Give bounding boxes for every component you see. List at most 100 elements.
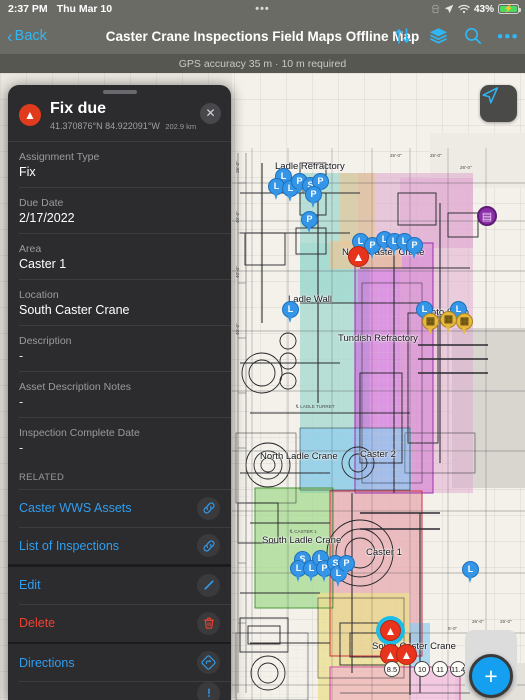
related-label: List of Inspections <box>19 538 120 553</box>
nav-actions: ••• <box>392 25 519 47</box>
rotation-lock-icon <box>431 4 440 14</box>
grid-bubble: 10 <box>414 661 430 677</box>
map-pin[interactable]: L <box>462 561 479 584</box>
map-label: Tundish Refractory <box>338 333 418 344</box>
layers-icon[interactable] <box>427 25 449 47</box>
field-label: Description <box>19 334 72 347</box>
field-value: - <box>19 440 24 455</box>
popup-title: Fix due <box>50 99 107 117</box>
form-marker[interactable]: ▤ <box>477 206 497 226</box>
map-pin[interactable]: P <box>406 237 423 260</box>
trash-icon <box>197 611 220 635</box>
field-area: Area Caster 1 <box>8 234 231 279</box>
field-label: Area <box>19 242 42 255</box>
status-time: 2:37 PM <box>8 3 48 15</box>
warning-triangle-icon: ▲ <box>384 647 397 662</box>
svg-text:5'-0": 5'-0" <box>448 626 458 631</box>
directions-label: Directions <box>19 655 75 670</box>
selected-alert-marker[interactable]: ▲ <box>380 620 401 641</box>
related-item-list-of-inspections[interactable]: List of Inspections <box>8 527 231 564</box>
map-label: Caster 2 <box>360 449 396 460</box>
field-label: Assignment Type <box>19 150 100 163</box>
chevron-left-icon: ‹ <box>7 26 13 46</box>
latitude: 41.370876°N <box>50 120 103 131</box>
related-section-header: RELATED <box>19 471 65 483</box>
close-icon: ✕ <box>205 106 216 121</box>
map-pin[interactable]: P <box>338 555 355 578</box>
field-asset-description-notes: Asset Description Notes - <box>8 372 231 417</box>
map-label: North Ladle Crane <box>260 451 338 462</box>
svg-text:℄ CASTER 1: ℄ CASTER 1 <box>289 529 317 534</box>
locate-me-button[interactable] <box>480 85 517 122</box>
field-value: - <box>19 394 24 409</box>
field-label: Due Date <box>19 196 64 209</box>
pencil-icon <box>197 573 220 597</box>
map-pin[interactable]: P <box>301 211 318 234</box>
popup-header: ▲ Fix due 41.370876°N 84.922091°W 202.9 … <box>8 94 231 141</box>
sync-icon[interactable] <box>392 25 414 47</box>
warning-triangle-icon: ▲ <box>24 107 36 122</box>
related-item-caster-wws-assets[interactable]: Caster WWS Assets <box>8 490 231 527</box>
field-value: Caster 1 <box>19 256 67 271</box>
page-title: Caster Crane Inspections Field Maps Offl… <box>105 28 420 44</box>
field-maps-screen: 2:37 PM Thu Mar 10 ••• 43% ⚡ ‹ Back Cast… <box>0 0 525 700</box>
map-pin-basket[interactable]: ▦ <box>456 313 473 336</box>
edit-button[interactable]: Edit <box>8 567 231 604</box>
plus-icon: + <box>484 662 498 689</box>
field-value: Fix <box>19 164 36 179</box>
svg-text:26'-0": 26'-0" <box>500 619 512 624</box>
grid-bubble: 8.5 <box>384 661 400 677</box>
status-bar: 2:37 PM Thu Mar 10 ••• 43% ⚡ <box>0 0 525 18</box>
field-label: Location <box>19 288 59 301</box>
popup-title-group: Fix due 41.370876°N 84.922091°W 202.9 km <box>50 100 200 131</box>
map-label: Caster 1 <box>366 547 402 558</box>
svg-text:40'-0": 40'-0" <box>235 323 240 335</box>
attribute-fields: Assignment Type Fix Due Date 2/17/2022 A… <box>8 142 231 465</box>
directions-button[interactable]: Directions <box>8 644 231 681</box>
alert-marker[interactable]: ▲ <box>396 644 417 665</box>
gps-accuracy-bar: GPS accuracy 35 m · 10 m required <box>0 54 525 73</box>
longitude: 84.922091°W <box>105 120 160 131</box>
map-pin-basket[interactable]: ▦ <box>422 313 439 336</box>
field-value: South Caster Crane <box>19 302 130 317</box>
field-label: Asset Description Notes <box>19 380 132 393</box>
delete-button[interactable]: Delete <box>8 605 231 642</box>
svg-text:25'-0": 25'-0" <box>390 153 402 158</box>
related-label: Caster WWS Assets <box>19 501 132 516</box>
more-icon[interactable]: ••• <box>497 25 519 47</box>
link-icon <box>197 496 220 520</box>
map-pin[interactable]: P <box>305 186 322 209</box>
warning-triangle-icon: ▲ <box>400 647 413 662</box>
svg-text:25'-0": 25'-0" <box>235 161 240 173</box>
popup-status-badge: ▲ <box>19 103 41 126</box>
popup-coordinates: 41.370876°N 84.922091°W 202.9 km <box>50 121 200 131</box>
navigation-arrow-icon <box>482 87 499 104</box>
map-pin-basket[interactable]: ▦ <box>440 311 457 334</box>
svg-text:℄ LADLE TURRET: ℄ LADLE TURRET <box>295 404 335 409</box>
distance: 202.9 km <box>165 121 197 131</box>
status-center-dots: ••• <box>255 3 270 15</box>
additional-action-row[interactable] <box>8 681 231 700</box>
field-value: - <box>19 348 24 363</box>
svg-text:40'-0": 40'-0" <box>235 266 240 278</box>
warning-triangle-icon: ▲ <box>384 623 397 638</box>
grid-bubble: 11 <box>432 661 448 677</box>
field-label: Inspection Complete Date <box>19 426 140 439</box>
warning-triangle-icon: ▲ <box>352 249 365 264</box>
field-location: Location South Caster Crane <box>8 280 231 325</box>
navigation-bar: ‹ Back Caster Crane Inspections Field Ma… <box>0 18 525 54</box>
back-label: Back <box>14 28 47 44</box>
map-pin[interactable]: L <box>282 301 299 324</box>
alert-marker[interactable]: ▲ <box>348 246 369 267</box>
close-button[interactable]: ✕ <box>200 102 221 124</box>
wifi-icon <box>458 4 470 14</box>
search-icon[interactable] <box>462 25 484 47</box>
directions-icon <box>197 651 220 675</box>
status-indicators: 43% ⚡ <box>431 3 521 15</box>
grid-bubble: 11.4 <box>450 661 466 677</box>
add-feature-button[interactable]: + <box>469 654 513 698</box>
back-button[interactable]: ‹ Back <box>7 28 47 45</box>
battery-percent: 43% <box>473 3 494 15</box>
gps-accuracy-text: GPS accuracy 35 m · 10 m required <box>178 57 347 70</box>
info-icon <box>197 681 220 700</box>
